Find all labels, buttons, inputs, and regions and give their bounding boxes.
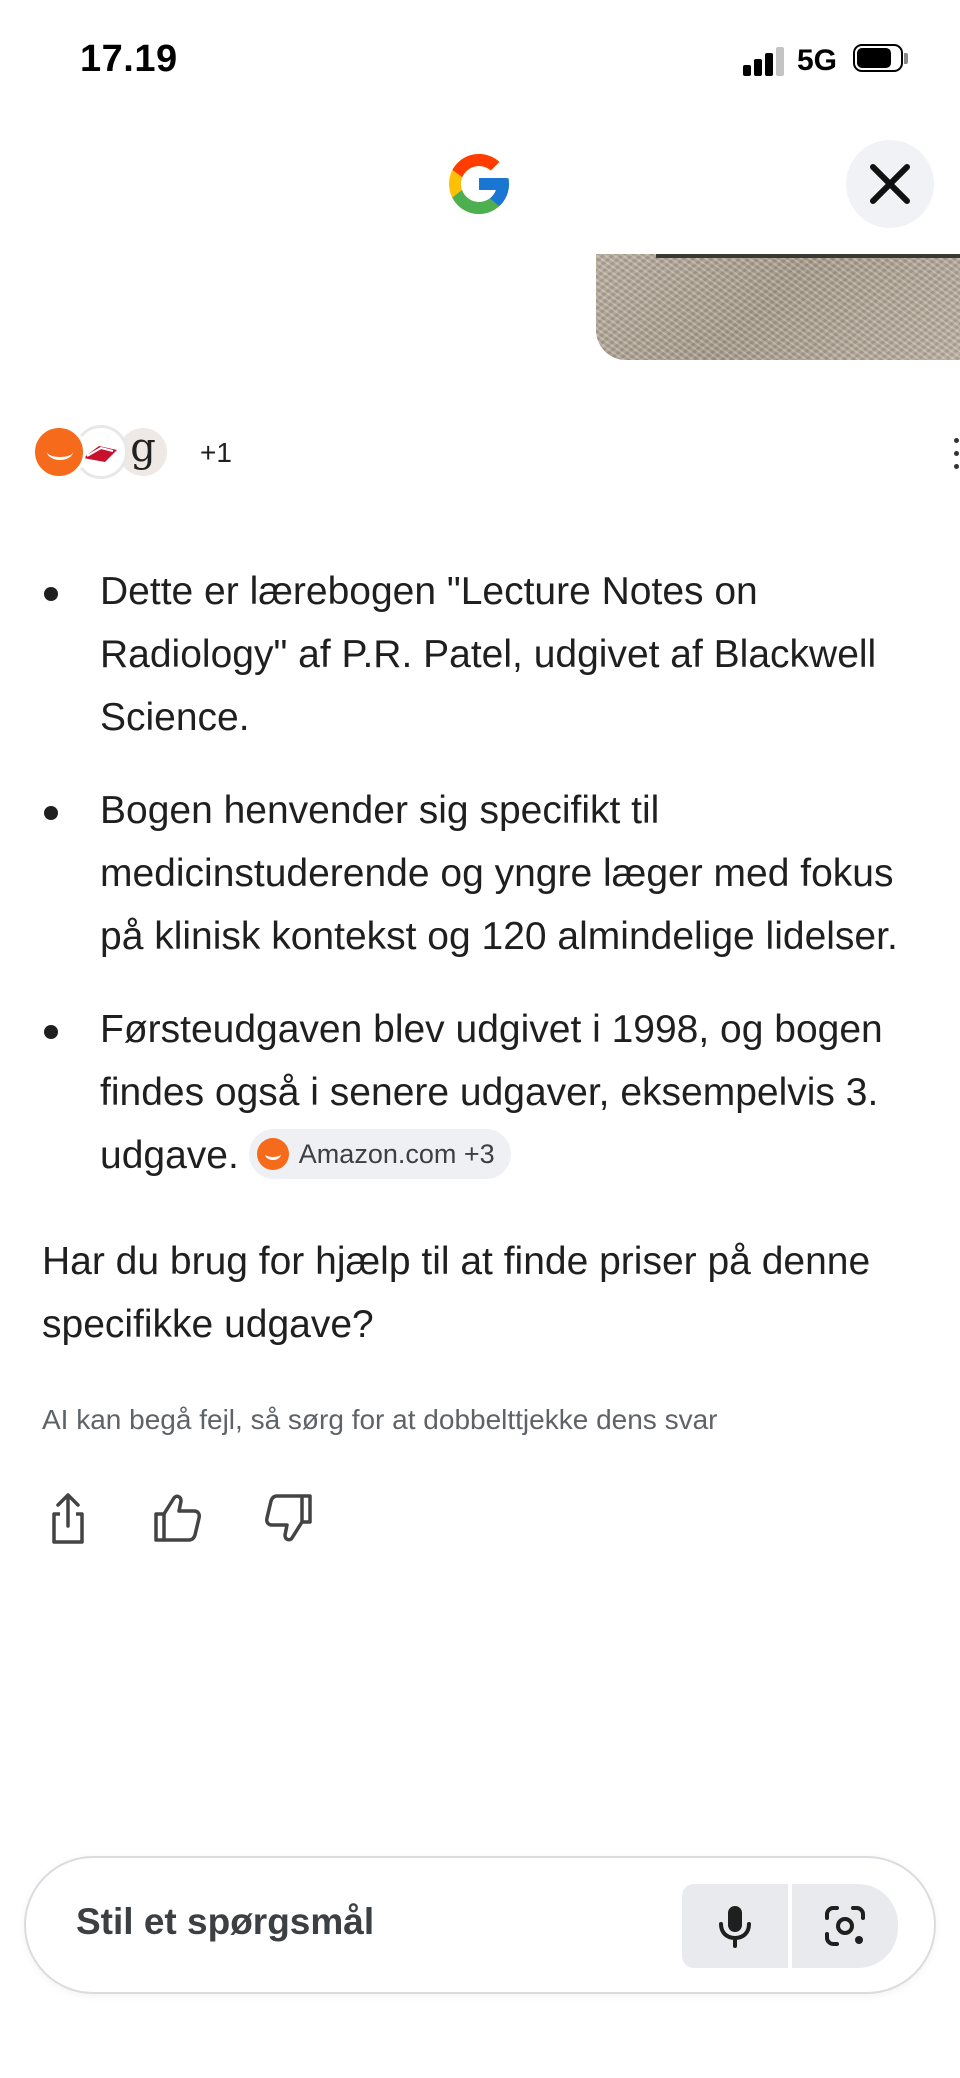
lens-search-button[interactable] [792, 1884, 898, 1968]
answer-line: Bogen henvender sig specifikt til [100, 789, 660, 832]
amazon-icon [32, 425, 86, 479]
answer-line: medicinstuderende og yngre læger med fok… [100, 852, 894, 895]
answer-bullet: Bogen henvender sig specifikt til medici… [0, 779, 960, 968]
voice-search-button[interactable] [682, 1884, 788, 1968]
status-bar: 17.19 5G [0, 0, 960, 120]
status-time: 17.19 [80, 38, 178, 80]
answer-bullet: Dette er lærebogen "Lecture Notes on Rad… [0, 560, 960, 749]
bullet-dot [44, 587, 58, 601]
network-type: 5G [797, 44, 838, 77]
answer-line: Dette er lærebogen "Lecture Notes on [100, 570, 758, 613]
answer-list: Dette er lærebogen "Lecture Notes on Rad… [0, 560, 960, 1217]
thumbs-up-icon [154, 1494, 201, 1542]
cellular-signal-icon [743, 46, 787, 76]
amazon-icon [256, 1137, 289, 1170]
share-icon [52, 1493, 84, 1544]
answer-line: Førsteudgaven blev udgivet i 1998, og bo… [100, 1008, 883, 1051]
battery-icon [853, 44, 908, 74]
microphone-icon [719, 1906, 751, 1948]
source-favicons[interactable]: g +1 [32, 425, 232, 481]
ask-input-bar[interactable]: Stil et spørgsmål [24, 1856, 936, 1994]
bullet-dot [44, 1025, 58, 1039]
answer-line: på klinisk kontekst og 120 almindelige l… [100, 915, 898, 958]
answer-bullet: Førsteudgaven blev udgivet i 1998, og bo… [0, 998, 960, 1187]
answer-line: udgave. [100, 1134, 239, 1177]
followup-line: specifikke udgave? [42, 1303, 374, 1346]
google-g-icon [443, 148, 515, 220]
sources-more-count: +1 [200, 437, 232, 468]
close-icon [870, 164, 910, 204]
thumbs-down-icon [265, 1494, 312, 1542]
answer-line: Science. [100, 696, 250, 739]
share-button[interactable] [40, 1490, 96, 1546]
ai-disclaimer: AI kan begå fejl, så sørg for at dobbelt… [42, 1404, 718, 1435]
answer-line-with-citation: udgave. Amazon.com +3 [100, 1124, 960, 1187]
close-button[interactable] [846, 140, 934, 228]
citation-chip[interactable]: Amazon.com +3 [248, 1128, 511, 1179]
thumbs-up-button[interactable] [150, 1490, 206, 1546]
citation-label: Amazon.com +3 [298, 1138, 495, 1169]
search-image-thumbnail[interactable] [596, 254, 960, 360]
bullet-dot [44, 806, 58, 820]
answer-line: Radiology" af P.R. Patel, udgivet af Bla… [100, 633, 877, 676]
feedback-actions [40, 1490, 340, 1550]
followup-question: Har du brug for hjælp til at finde prise… [42, 1230, 960, 1356]
answer-line: findes også i senere udgaver, eksempelvi… [100, 1071, 879, 1114]
camera-lens-icon [825, 1906, 865, 1946]
thumbs-down-button[interactable] [260, 1490, 316, 1546]
followup-line: Har du brug for hjælp til at finde prise… [42, 1240, 871, 1283]
ask-input-placeholder[interactable]: Stil et spørgsmål [76, 1901, 374, 1943]
more-options-icon[interactable] [954, 438, 960, 470]
